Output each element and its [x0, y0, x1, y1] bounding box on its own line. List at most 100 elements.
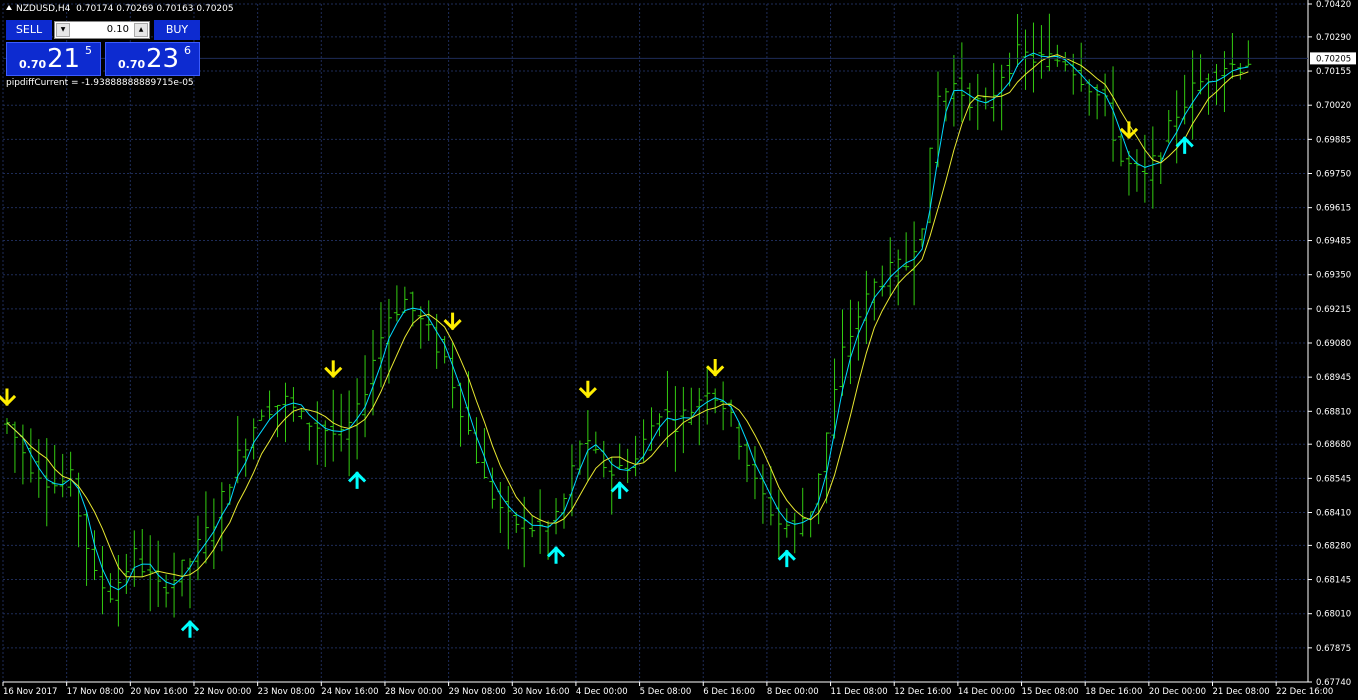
- price-bar: [529, 515, 536, 538]
- time-tick-label: 12 Dec 16:00: [894, 687, 951, 697]
- price-bar: [1014, 14, 1021, 67]
- price-bar: [632, 435, 639, 477]
- price-bar: [218, 482, 225, 552]
- time-tick-label: 17 Nov 08:00: [67, 687, 124, 697]
- price-bar: [616, 443, 623, 470]
- time-tick-label: 18 Dec 16:00: [1085, 687, 1142, 697]
- price-tick-label: 0.70420: [1316, 0, 1351, 10]
- price-bar: [99, 545, 106, 615]
- lot-size-input[interactable]: ▼ 0.10 ▲: [54, 21, 150, 39]
- price-bar: [1237, 63, 1244, 80]
- price-bar: [377, 302, 384, 388]
- time-tick-label: 23 Nov 08:00: [258, 687, 315, 697]
- price-bar: [338, 393, 345, 452]
- price-bar: [1094, 84, 1101, 120]
- price-bar: [481, 428, 488, 479]
- one-click-trade-panel: SELL ▼ 0.10 ▲ BUY 0.70 21 5 0.70 23 6: [6, 20, 200, 76]
- buy-price-prefix: 0.70: [118, 58, 146, 71]
- sell-price-pips: 21: [47, 44, 81, 74]
- chart-header: NZDUSD,H4 0.70174 0.70269 0.70163 0.7020…: [6, 4, 234, 14]
- sell-button[interactable]: SELL: [6, 20, 52, 40]
- price-tick-label: 0.68810: [1316, 407, 1351, 417]
- price-bar: [202, 491, 209, 564]
- sell-price-fraction: 5: [85, 44, 92, 57]
- price-bar: [704, 365, 711, 425]
- collapse-triangle-icon[interactable]: [6, 5, 12, 10]
- price-bar: [43, 438, 50, 527]
- time-tick-label: 20 Nov 16:00: [130, 687, 187, 697]
- buy-button[interactable]: BUY: [154, 20, 200, 40]
- buy-price-quote[interactable]: 0.70 23 6: [105, 42, 200, 76]
- price-bar: [155, 540, 162, 608]
- price-tick-label: 0.68410: [1316, 509, 1351, 519]
- buy-arrow-icon: [1175, 136, 1194, 154]
- price-tick-label: 0.68145: [1316, 576, 1351, 586]
- time-tick-label: 21 Dec 08:00: [1213, 687, 1270, 697]
- price-bar: [290, 387, 297, 422]
- price-bar: [887, 237, 894, 297]
- price-tick-label: 0.69885: [1316, 135, 1351, 145]
- sell-arrow-icon: [0, 388, 17, 407]
- price-bar: [115, 555, 122, 627]
- price-bar: [131, 530, 138, 587]
- buy-arrow-icon: [180, 620, 200, 638]
- price-tick-label: 0.70155: [1316, 67, 1351, 77]
- price-bar: [346, 390, 353, 477]
- price-tick-label: 0.68545: [1316, 474, 1351, 484]
- ma-fast-line: [6, 52, 1249, 591]
- time-tick-label: 20 Dec 00:00: [1149, 687, 1206, 697]
- lot-increase-icon[interactable]: ▲: [134, 23, 148, 37]
- lot-decrease-icon[interactable]: ▼: [56, 23, 70, 37]
- price-tick-label: 0.69080: [1316, 339, 1351, 349]
- price-bar: [600, 440, 607, 478]
- price-bar: [11, 421, 18, 473]
- price-bar: [1070, 53, 1077, 95]
- price-bar: [401, 286, 408, 314]
- price-bar: [728, 399, 735, 427]
- price-tick-label: 0.68945: [1316, 373, 1351, 383]
- price-tick-label: 0.70020: [1316, 101, 1351, 111]
- price-bar: [1141, 134, 1148, 203]
- price-bar: [911, 221, 918, 306]
- time-tick-label: 24 Nov 16:00: [321, 687, 378, 697]
- price-bar: [385, 298, 392, 384]
- price-bar: [592, 431, 599, 454]
- price-bar: [680, 386, 687, 454]
- buy-arrow-icon: [546, 546, 566, 564]
- price-bar: [815, 473, 822, 525]
- price-tick-label: 0.68010: [1316, 610, 1351, 620]
- sell-arrow-icon: [706, 358, 725, 377]
- lot-size-value[interactable]: 0.10: [73, 22, 131, 38]
- sell-arrow-icon: [578, 380, 597, 399]
- price-bar: [306, 422, 313, 451]
- price-tick-label: 0.67875: [1316, 644, 1351, 654]
- price-bar: [584, 410, 591, 481]
- price-bar: [465, 371, 472, 435]
- price-chart[interactable]: 0.70420 0.70290 0.70155 0.70020 0.69885 0.697…: [0, 0, 1358, 700]
- price-tick-label: 0.68280: [1316, 541, 1351, 551]
- price-bar: [720, 381, 727, 431]
- price-bar: [1181, 74, 1188, 125]
- time-tick-label: 29 Nov 08:00: [449, 687, 506, 697]
- price-bar: [393, 285, 400, 322]
- price-bar: [59, 453, 66, 498]
- sell-price-quote[interactable]: 0.70 21 5: [6, 42, 101, 76]
- signal-arrows: [0, 121, 1194, 638]
- price-bar: [497, 481, 504, 534]
- price-bar: [871, 278, 878, 321]
- price-bar: [863, 270, 870, 345]
- time-tick-label: 4 Dec 00:00: [576, 687, 628, 697]
- ma-slow-line: [6, 54, 1249, 578]
- price-bar: [139, 529, 146, 578]
- price-bar: [1149, 126, 1156, 209]
- price-bar: [895, 249, 902, 306]
- price-bar: [449, 342, 456, 409]
- price-bar: [775, 489, 782, 560]
- price-tick-label: 0.69485: [1316, 237, 1351, 247]
- sell-arrow-icon: [443, 312, 462, 331]
- current-price-label: 0.70205: [1316, 54, 1351, 64]
- price-bar: [1189, 50, 1196, 140]
- price-bar: [505, 486, 512, 550]
- price-bar: [3, 418, 10, 434]
- time-tick-label: 14 Dec 00:00: [958, 687, 1015, 697]
